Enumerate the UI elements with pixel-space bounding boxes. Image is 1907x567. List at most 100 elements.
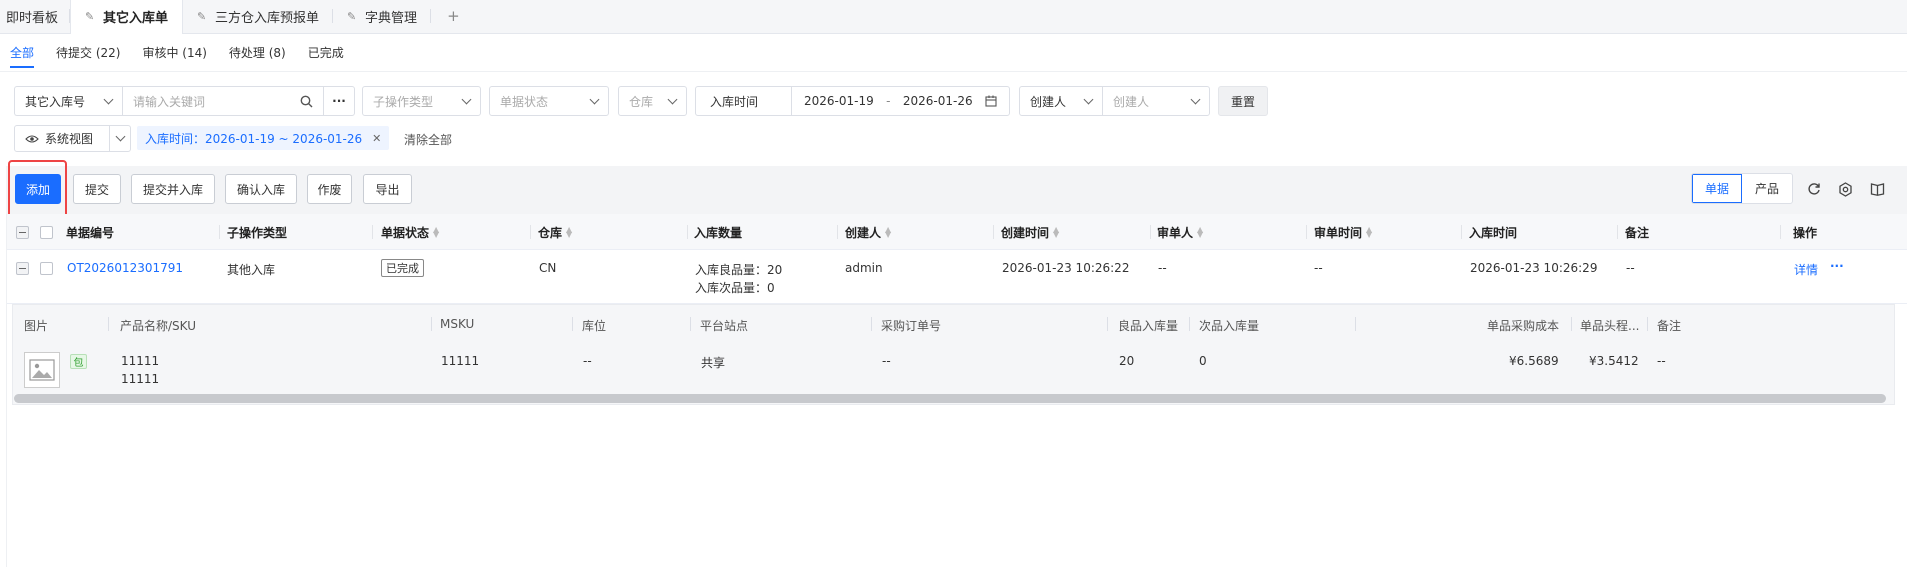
column-divider[interactable] (108, 317, 109, 331)
warehouse-placeholder: 仓库 (629, 94, 654, 109)
sub-th-remark: 备注 (1657, 319, 1682, 333)
confirm-inbound-button[interactable]: 确认入库 (225, 174, 297, 204)
sort-icon[interactable]: ▲ ▼ (433, 226, 439, 239)
sort-icon[interactable]: ▲ ▼ (1053, 226, 1059, 239)
th-reviewer[interactable]: 审单人 ▲ ▼ (1157, 222, 1203, 242)
column-divider[interactable] (1355, 317, 1356, 331)
column-divider[interactable] (1306, 225, 1307, 239)
column-divider[interactable] (837, 225, 838, 239)
tab-completed[interactable]: 已完成 (308, 34, 344, 72)
sort-icon[interactable]: ▲ ▼ (1366, 226, 1372, 239)
date-range-picker[interactable]: 2026-01-19 - 2026-01-26 (791, 86, 1010, 116)
column-divider[interactable] (219, 225, 220, 239)
tab-third-party-forecast[interactable]: ✎ 三方仓入库预报单 (183, 0, 334, 33)
tab-pending-process[interactable]: 待处理 (8) (229, 34, 286, 72)
pin-icon[interactable]: ✎ (85, 10, 97, 23)
row-checkbox[interactable] (40, 262, 53, 275)
column-divider[interactable] (1571, 317, 1572, 331)
tab-pending-submit[interactable]: 待提交 (22) (56, 34, 120, 72)
view-toggle-product[interactable]: 产品 (1742, 174, 1792, 203)
sub-th-po-no: 采购订单号 (881, 319, 942, 333)
th-review-time[interactable]: 审单时间 ▲ ▼ (1314, 222, 1372, 242)
export-button[interactable]: 导出 (363, 174, 412, 204)
pin-icon[interactable]: ✎ (347, 10, 359, 23)
column-divider[interactable] (690, 317, 691, 331)
sub-remark-cell: -- (1657, 354, 1666, 368)
column-divider[interactable] (993, 225, 994, 239)
view-dropdown-button[interactable] (109, 125, 131, 152)
sort-icon[interactable]: ▲ ▼ (566, 226, 572, 239)
sort-icon[interactable]: ▲ ▼ (885, 226, 891, 239)
tab-label: 即时看板 (6, 10, 59, 26)
chevron-down-icon (667, 94, 678, 104)
chevron-down-icon (589, 94, 600, 104)
sub-th-good-in: 良品入库量 (1118, 319, 1179, 333)
search-icon[interactable] (300, 95, 313, 108)
column-divider[interactable] (431, 317, 432, 331)
search-input[interactable]: 请输入关键词 (122, 86, 324, 116)
warehouse-select[interactable]: 仓库 (618, 86, 687, 116)
tab-all[interactable]: 全部 (10, 34, 35, 72)
more-actions-button[interactable]: ··· (1830, 259, 1844, 273)
column-divider[interactable] (1780, 225, 1781, 239)
column-divider[interactable] (530, 225, 531, 239)
doc-status-placeholder: 单据状态 (500, 94, 549, 109)
book-icon[interactable] (1868, 180, 1886, 198)
close-icon[interactable]: ✕ (372, 132, 381, 145)
column-divider[interactable] (871, 317, 872, 331)
column-divider[interactable] (1189, 317, 1190, 331)
column-divider[interactable] (687, 225, 688, 239)
th-label: 操作 (1793, 225, 1818, 240)
submit-and-inbound-button[interactable]: 提交并入库 (131, 174, 215, 204)
detail-link[interactable]: 详情 (1794, 261, 1818, 278)
add-tab-button[interactable]: + (431, 0, 476, 33)
view-toggle: 单据 产品 (1691, 173, 1793, 204)
clear-all-link[interactable]: 清除全部 (404, 131, 452, 148)
search-type-select[interactable]: 其它入库号 (14, 86, 122, 116)
tab-dashboard[interactable]: 即时看板 (0, 0, 71, 33)
th-creator[interactable]: 创建人 ▲ ▼ (845, 222, 891, 242)
product-image-placeholder[interactable] (24, 352, 60, 388)
th-create-time[interactable]: 创建时间 ▲ ▼ (1001, 222, 1059, 242)
doc-status-select[interactable]: 单据状态 (489, 86, 609, 116)
refresh-icon[interactable] (1805, 180, 1823, 198)
tab-dictionary[interactable]: ✎ 字典管理 (333, 0, 432, 33)
column-divider[interactable] (1107, 317, 1108, 331)
horizontal-scrollbar[interactable] (14, 394, 1886, 403)
th-label: 创建人 (845, 225, 882, 240)
creator-field-select[interactable]: 创建人 (1019, 86, 1103, 116)
date-field-select[interactable]: 入库时间 (695, 86, 792, 116)
column-divider[interactable] (372, 225, 373, 239)
column-divider[interactable] (1150, 225, 1151, 239)
sort-icon[interactable]: ▲ ▼ (1197, 226, 1203, 239)
tab-label: 三方仓入库预报单 (215, 10, 320, 26)
void-button[interactable]: 作废 (307, 174, 352, 204)
more-search-button[interactable]: ··· (323, 86, 355, 116)
search-placeholder: 请输入关键词 (133, 94, 206, 109)
settings-icon[interactable] (1836, 180, 1854, 198)
eye-icon (25, 134, 39, 143)
submit-button[interactable]: 提交 (73, 174, 121, 204)
column-divider[interactable] (1617, 225, 1618, 239)
msku-cell: 11111 (441, 354, 480, 368)
select-all-checkbox[interactable] (40, 226, 53, 239)
reset-button[interactable]: 重置 (1218, 86, 1268, 116)
view-select[interactable]: 系统视图 (14, 125, 110, 152)
th-label: 审单人 (1157, 225, 1194, 240)
view-toggle-doc[interactable]: 单据 (1692, 174, 1742, 203)
doc-no-link[interactable]: OT2026012301791 (67, 261, 183, 275)
sub-op-type-select[interactable]: 子操作类型 (362, 86, 481, 116)
column-divider[interactable] (1647, 317, 1648, 331)
row-collapse-toggle[interactable] (16, 262, 29, 275)
tab-other-inbound[interactable]: ✎ 其它入库单 (70, 0, 184, 34)
th-warehouse[interactable]: 仓库 ▲ ▼ (538, 222, 572, 242)
creator-select[interactable]: 创建人 (1102, 86, 1210, 116)
tab-reviewing[interactable]: 审核中 (14) (142, 34, 206, 72)
th-status[interactable]: 单据状态 ▲ ▼ (381, 222, 439, 242)
column-divider[interactable] (572, 317, 573, 331)
column-divider[interactable] (1461, 225, 1462, 239)
sub-th-image: 图片 (24, 319, 49, 333)
collapse-all-toggle[interactable] (16, 226, 29, 239)
pin-icon[interactable]: ✎ (197, 10, 209, 23)
creator-cell: admin (845, 261, 883, 275)
